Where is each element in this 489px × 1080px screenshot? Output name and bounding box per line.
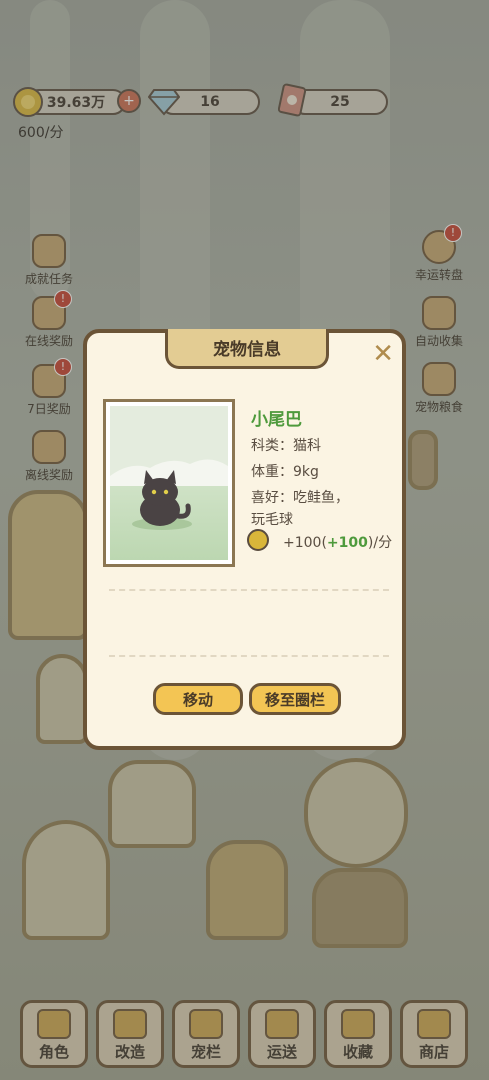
move-to-pen-button[interactable]: 移至圈栏: [249, 683, 341, 715]
pet-income: +100(+100)/分: [283, 535, 393, 551]
move-button[interactable]: 移动: [153, 683, 243, 715]
divider: [109, 589, 389, 591]
black-cat-icon: [110, 459, 228, 530]
pet-photo: [103, 399, 235, 567]
income-bonus: +100: [326, 535, 368, 551]
pet-name: 小尾巴: [251, 410, 302, 430]
coin-icon: [247, 529, 269, 551]
pet-likes: 喜好：吃鲑鱼，: [251, 490, 349, 506]
pet-weight: 体重：9kg: [251, 464, 319, 480]
pet-info-dialog: 宠物信息 ✕ 小尾巴 科类：猫科 体重：9kg 喜好：吃鲑鱼， 玩毛球 +100…: [83, 329, 406, 750]
dialog-title: 宠物信息: [165, 329, 329, 369]
pet-likes-cont: 玩毛球: [251, 512, 293, 528]
divider: [109, 655, 389, 657]
pet-category: 科类：猫科: [251, 438, 321, 454]
close-icon[interactable]: ✕: [372, 339, 394, 369]
